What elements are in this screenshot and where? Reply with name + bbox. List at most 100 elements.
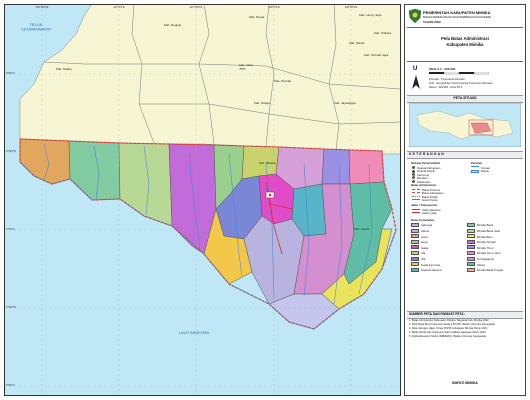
map-title-line2: Kabupaten Mimika	[446, 42, 484, 47]
header-line1: PEMERINTAH KABUPATEN MIMIKA	[423, 10, 491, 15]
header-line2: BADAN PERENCANAAN DAN PEMBANGUNAN DAERAH	[423, 16, 492, 19]
source-line: 1. Batas Administrasi Kabupaten Mimika, …	[409, 319, 489, 322]
grid-top-2: 137°0'0"E	[113, 5, 125, 9]
projection-line3: Datum : WGS84 - Zone 53 S	[429, 86, 463, 89]
batas-item: Garis Pantai	[422, 198, 438, 203]
grid-left-2: 3°30'0"S	[6, 149, 16, 153]
legend-left-symbol	[412, 179, 415, 183]
map-document: TELUK CENDRAWASIH LAUT ARAFURA Kab. Nabir…	[0, 0, 530, 400]
district-name: Iwaka	[421, 245, 429, 250]
source-line: 4. Batas Distrik dan Kampung hasil verif…	[409, 331, 486, 334]
source-line: 2. Peta Rupa Bumi Indonesia Skala 1:50.0…	[409, 323, 495, 326]
label-kab-puncak: Kab. Puncak	[274, 79, 292, 83]
district-name: Wania	[477, 262, 485, 267]
label-laut: LAUT ARAFURA	[179, 330, 209, 335]
district-swatch	[411, 239, 419, 244]
jalan-symbol	[412, 212, 420, 214]
grid-left-3: 4°0'0"S	[6, 227, 15, 231]
map-canvas: TELUK CENDRAWASIH LAUT ARAFURA Kab. Nabir…	[4, 4, 401, 396]
district-swatch	[467, 245, 475, 250]
district-swatch	[411, 228, 419, 233]
district-name: Mimika Timur	[477, 245, 494, 250]
label-kab-nabire: Kab. Nabire	[56, 67, 72, 71]
scale-bar	[429, 72, 489, 75]
signature-title: BUPATI MIMIKA	[452, 381, 478, 385]
district-swatch	[467, 251, 475, 255]
inset-title: PETA SITUASI	[453, 95, 477, 100]
district-agimuga	[348, 149, 385, 185]
label-kab-paniai: Kab. Paniai	[349, 41, 365, 45]
district-swatch	[467, 228, 475, 233]
district-name: Mimika Barat Jauh	[477, 229, 501, 233]
district-hoya	[321, 148, 351, 185]
jalan-title: Jalan / Transportasi	[411, 203, 438, 207]
district-swatch	[411, 256, 419, 261]
label-kab-tolikara: Kab. Tolikara	[374, 31, 392, 35]
grid-top-1: 136°30'0"E	[36, 5, 49, 9]
label-kab-mimika: Kab. Mimika	[259, 161, 276, 165]
label-kab-jayawijaya: Kab. Jayawijaya	[334, 101, 356, 105]
district-name: Kuala Kencana	[421, 262, 440, 267]
legend-right-symbol	[471, 166, 479, 168]
district-name: Mimika Baru	[477, 234, 493, 239]
district-swatch	[467, 234, 475, 239]
divider	[407, 61, 523, 62]
district-swatch	[467, 239, 475, 244]
district-swatch	[467, 223, 475, 227]
header-line3: TAHUN 2022	[423, 20, 441, 24]
projection-line1: Proyeksi : Transverse Mercator	[429, 78, 465, 81]
legend-right-item: Danau	[481, 169, 490, 174]
district-name: Jila	[421, 251, 426, 256]
inset-map	[409, 103, 521, 147]
district-name: Agimuga	[421, 223, 433, 228]
projection-line2: Grid : Geografi dan Grid Universal Trans…	[429, 82, 493, 85]
grid-left-1: 3°0'0"S	[6, 71, 15, 75]
regency-emblem-icon	[409, 9, 421, 23]
grid-top-4: 138°0'0"E	[268, 5, 280, 9]
batas-symbol	[412, 199, 420, 201]
district-name: Jita	[421, 257, 426, 261]
label-kab-lanny-jaya: Kab. Lanny Jaya	[359, 13, 382, 17]
legend-right-symbol	[471, 169, 479, 173]
source-line: 5. Digital Elevation Model (DEMNAS), Bad…	[409, 335, 486, 338]
legend-left-item: Pelabuhan	[417, 179, 431, 184]
district-swatch	[411, 223, 419, 227]
grid-left-5: 5°0'0"S	[6, 383, 15, 387]
label-kab-dogiyai: Kab. Dogiyai	[164, 23, 181, 27]
divider	[407, 27, 523, 28]
keterangan-title: KETERANGAN	[409, 151, 445, 156]
district-swatch	[467, 256, 475, 261]
timika-marker	[265, 191, 275, 199]
district-name: Mimika Timur Jauh	[477, 251, 501, 256]
wilayah-title: Batas Kecamatan	[411, 218, 435, 222]
label-kab-nduga: Kab. Nduga	[254, 101, 270, 105]
legend-right-title: Perairan	[471, 161, 483, 165]
label-kab-puncak-jaya: Kab. Puncak Jaya	[364, 53, 389, 57]
jalan-item: Jalan Lokal	[422, 211, 437, 216]
district-name: Tembagapura	[477, 257, 495, 261]
map-title-line1: Peta Batas Administrasi	[441, 36, 489, 41]
district-swatch	[411, 251, 419, 255]
district-name: Mimika Barat Tengah	[477, 268, 504, 273]
legend-left-symbol	[412, 166, 415, 170]
district-name: Alama	[421, 229, 429, 233]
district-name: Amar	[421, 234, 428, 239]
grid-top-3: 137°30'0"E	[190, 5, 203, 9]
district-swatch	[411, 262, 419, 267]
batas-symbol	[412, 189, 420, 190]
district-swatch	[411, 234, 419, 239]
north-letter: U	[413, 66, 418, 72]
district-name: Kwamki Narama	[421, 268, 442, 273]
label-kab-deiyai: Kab. Deiyai	[249, 15, 265, 19]
label-kab-asmat: Kab. Asmat	[354, 227, 370, 231]
district-swatch	[411, 245, 419, 250]
legend-left-symbol	[412, 176, 415, 180]
district-name: Mimika Barat	[477, 223, 494, 228]
sources-title: SUMBER PETA DAN RIWAYAT PETA :	[409, 311, 466, 316]
source-line: 3. Data Jaringan Jalan, Dinas PUPR Kabup…	[409, 327, 488, 330]
jalan-symbol	[412, 209, 420, 210]
district-swatch	[411, 267, 419, 272]
batas-symbol	[412, 195, 420, 197]
grid-top-5: 138°30'0"E	[345, 5, 358, 9]
grid-left-4: 4°30'0"S	[6, 305, 16, 309]
